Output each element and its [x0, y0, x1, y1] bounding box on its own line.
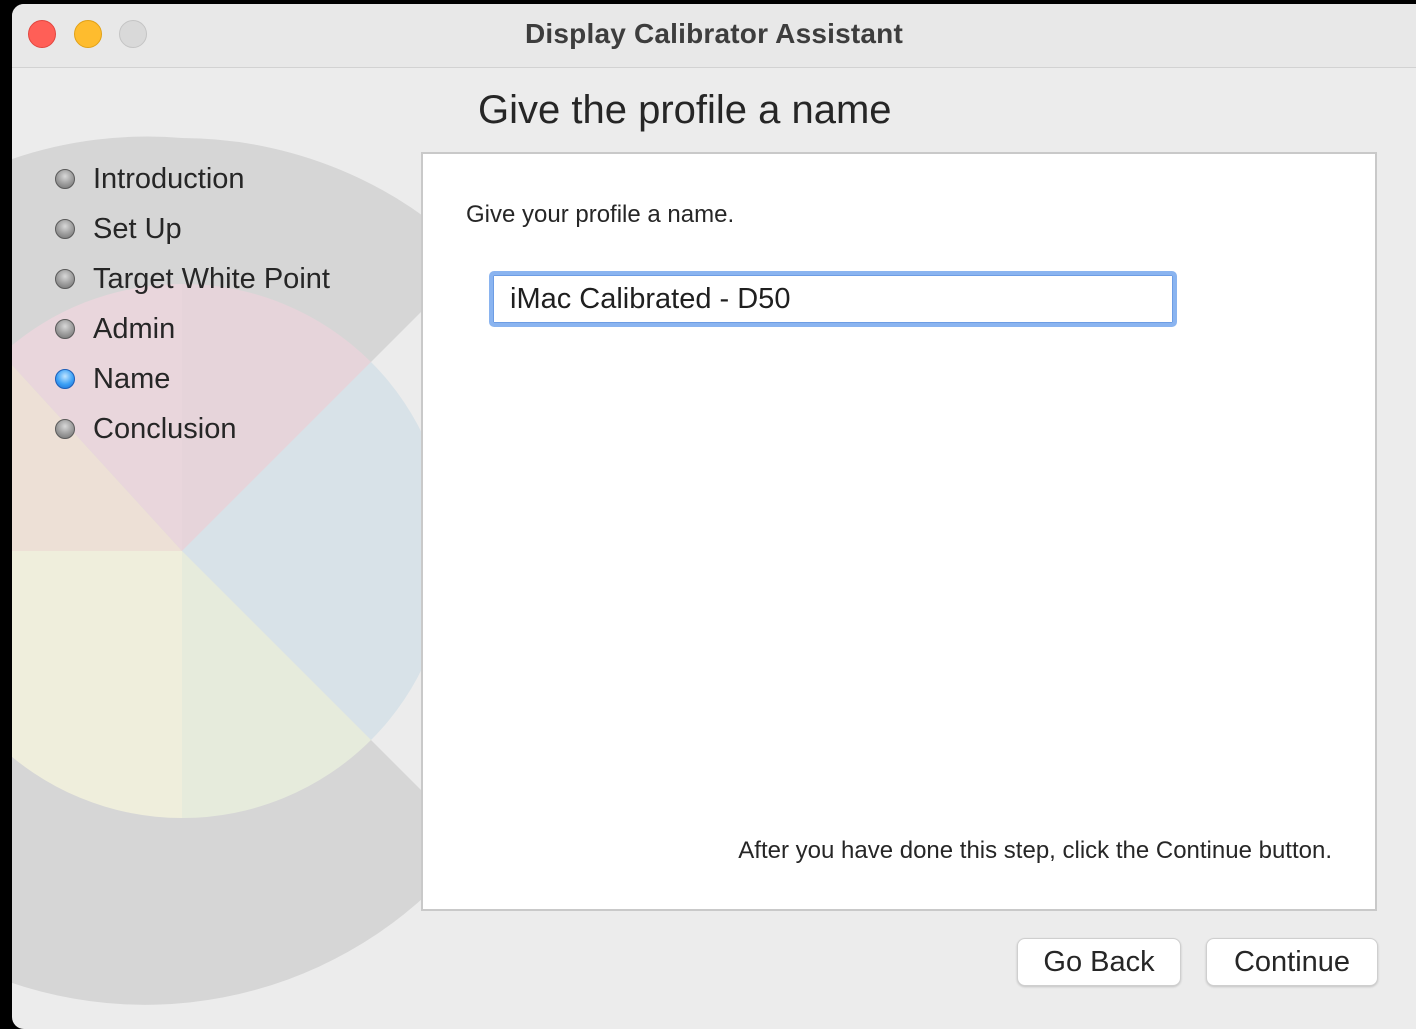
page-heading: Give the profile a name	[478, 88, 892, 132]
step-target-white-point: Target White Point	[55, 254, 330, 304]
go-back-button[interactable]: Go Back	[1017, 938, 1181, 986]
instruction-text: Give your profile a name.	[466, 201, 735, 228]
step-name: Name	[55, 354, 330, 404]
step-list: Introduction Set Up Target White Point A…	[55, 154, 330, 454]
assistant-window: Display Calibrator Assistant Give the pr…	[12, 4, 1416, 1029]
window-title: Display Calibrator Assistant	[524, 18, 903, 49]
step-label: Set Up	[93, 212, 182, 245]
active-step-bullet-icon	[55, 369, 75, 389]
step-admin: Admin	[55, 304, 330, 354]
step-conclusion: Conclusion	[55, 404, 330, 454]
content-panel: Give your profile a name. After you have…	[421, 152, 1377, 911]
step-label: Conclusion	[93, 412, 237, 445]
continue-button[interactable]: Continue	[1206, 938, 1378, 986]
continue-hint-text: After you have done this step, click the…	[738, 837, 1332, 864]
step-bullet-icon	[55, 269, 75, 289]
title-bar: Display Calibrator Assistant	[12, 4, 1416, 68]
step-bullet-icon	[55, 219, 75, 239]
step-label: Admin	[93, 312, 176, 345]
step-bullet-icon	[55, 319, 75, 339]
step-introduction: Introduction	[55, 154, 330, 204]
step-set-up: Set Up	[55, 204, 330, 254]
step-bullet-icon	[55, 169, 75, 189]
step-label: Introduction	[93, 162, 245, 195]
step-label: Target White Point	[93, 262, 330, 295]
profile-name-input[interactable]	[489, 271, 1177, 327]
step-label: Name	[93, 362, 171, 395]
step-bullet-icon	[55, 419, 75, 439]
